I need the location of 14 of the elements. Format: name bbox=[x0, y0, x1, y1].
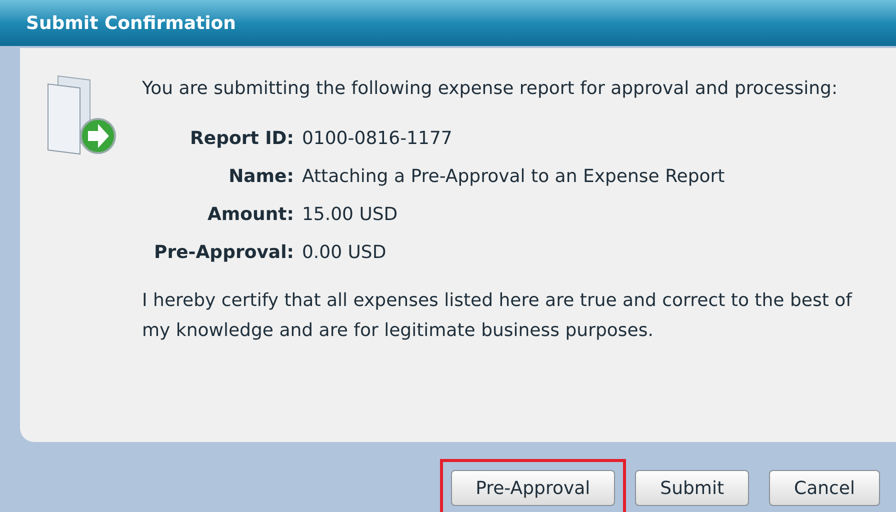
field-value: 0100-0816-1177 bbox=[302, 127, 454, 151]
window-title: Submit Confirmation bbox=[26, 12, 236, 36]
field-label: Report ID: bbox=[189, 127, 294, 151]
field-label: Amount: bbox=[206, 203, 294, 227]
field-value: Attaching a Pre-Approval to an Expense Report bbox=[302, 165, 726, 189]
dialog-button[interactable]: Cancel bbox=[769, 470, 880, 506]
intro-text: You are submitting the following expense report for approval and processing: bbox=[142, 77, 839, 101]
field-label: Name: bbox=[228, 165, 294, 189]
field-value: 0.00 USD bbox=[302, 241, 388, 265]
dialog-button[interactable]: Submit bbox=[635, 470, 750, 506]
field-label: Pre-Approval: bbox=[154, 241, 294, 265]
field-value: 15.00 USD bbox=[302, 203, 399, 227]
certification-text: I hereby certify that all expenses listed here are true and correct to the best of my knowledge and are for legitimate business purposes. bbox=[142, 289, 854, 343]
dialog-button[interactable]: Pre-Approval bbox=[450, 470, 616, 506]
